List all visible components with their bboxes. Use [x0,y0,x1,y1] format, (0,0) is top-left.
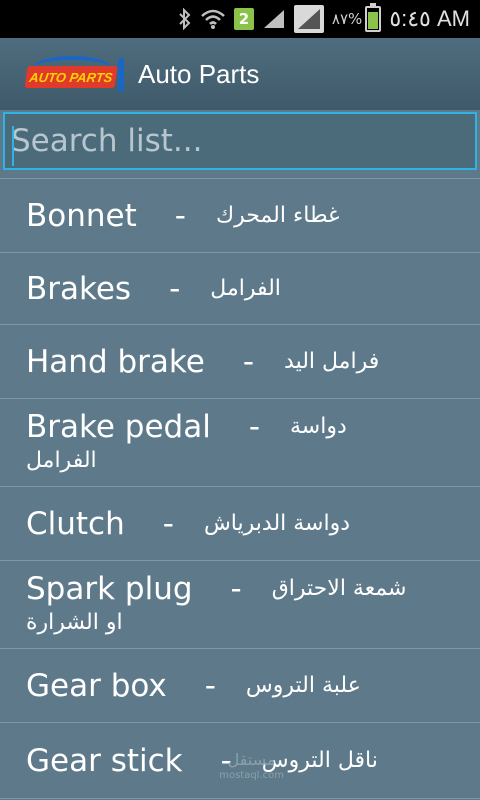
status-bar: 2 ٨٧% ٥:٤٥ AM [0,0,480,38]
list-item[interactable]: Brake pedal - دواسة الفرامل [0,399,480,487]
item-dash: - [169,270,181,307]
wrench-icon [118,58,124,92]
item-arabic: علبة التروس [245,672,361,698]
wifi-icon [200,8,226,30]
app-logo[interactable]: AUTO PARTS [24,52,124,96]
search-input[interactable] [3,112,477,170]
item-arabic: غطاء المحرك [215,202,340,228]
item-arabic: الفرامل [210,275,281,301]
item-dash: - [242,343,255,380]
notification-badge: 2 [233,8,254,30]
clock: ٥:٤٥ AM [389,6,470,31]
item-arabic-continued: الفرامل [26,447,97,473]
parts-list[interactable]: Bonnet - غطاء المحرك Brakes - الفرامل Ha… [0,178,480,800]
item-dash: - [248,408,261,445]
item-arabic: فرامل اليد [284,348,380,374]
item-dash: - [162,505,174,542]
battery-icon [365,3,382,32]
item-dash: - [204,667,216,704]
app-title: Auto Parts [138,58,260,89]
text-cursor [12,126,14,166]
list-item[interactable]: Brakes - الفرامل [0,253,480,325]
signal-icon-2 [293,5,324,33]
item-dash: - [174,197,186,234]
item-english: Brakes [26,270,132,307]
list-item[interactable]: Spark plug - شمعة الاحتراق او الشرارة [0,561,480,649]
item-english: Brake pedal [26,408,211,445]
item-english: Spark plug [26,570,193,607]
list-item[interactable]: Bonnet - غطاء المحرك [0,179,480,253]
bluetooth-icon [178,8,192,30]
item-arabic: دواسة الدبرياش [203,510,351,536]
watermark: مستقل mostaql.com [219,752,284,784]
item-english: Bonnet [26,197,137,234]
item-english: Gear stick [26,742,183,779]
list-item[interactable]: Clutch - دواسة الدبرياش [0,487,480,561]
item-dash: - [230,570,242,607]
watermark-url: mostaql.com [219,770,284,781]
list-item[interactable]: Hand brake - فرامل اليد [0,325,480,399]
search-container [0,110,480,178]
item-arabic-continued: او الشرارة [26,609,123,635]
signal-icon [262,8,286,30]
item-english: Gear box [26,667,167,704]
battery-indicator: ٨٧% [331,3,382,32]
list-item[interactable]: Gear box - علبة التروس [0,649,480,723]
item-english: Hand brake [26,343,205,380]
action-bar: AUTO PARTS Auto Parts [0,38,480,110]
item-english: Clutch [26,505,125,542]
item-arabic: شمعة الاحتراق [271,575,407,601]
item-arabic: دواسة [290,413,347,439]
watermark-arabic: مستقل [227,750,276,769]
logo-text: AUTO PARTS [24,66,118,88]
battery-percent: ٨٧% [331,10,363,28]
battery-level [368,12,379,29]
